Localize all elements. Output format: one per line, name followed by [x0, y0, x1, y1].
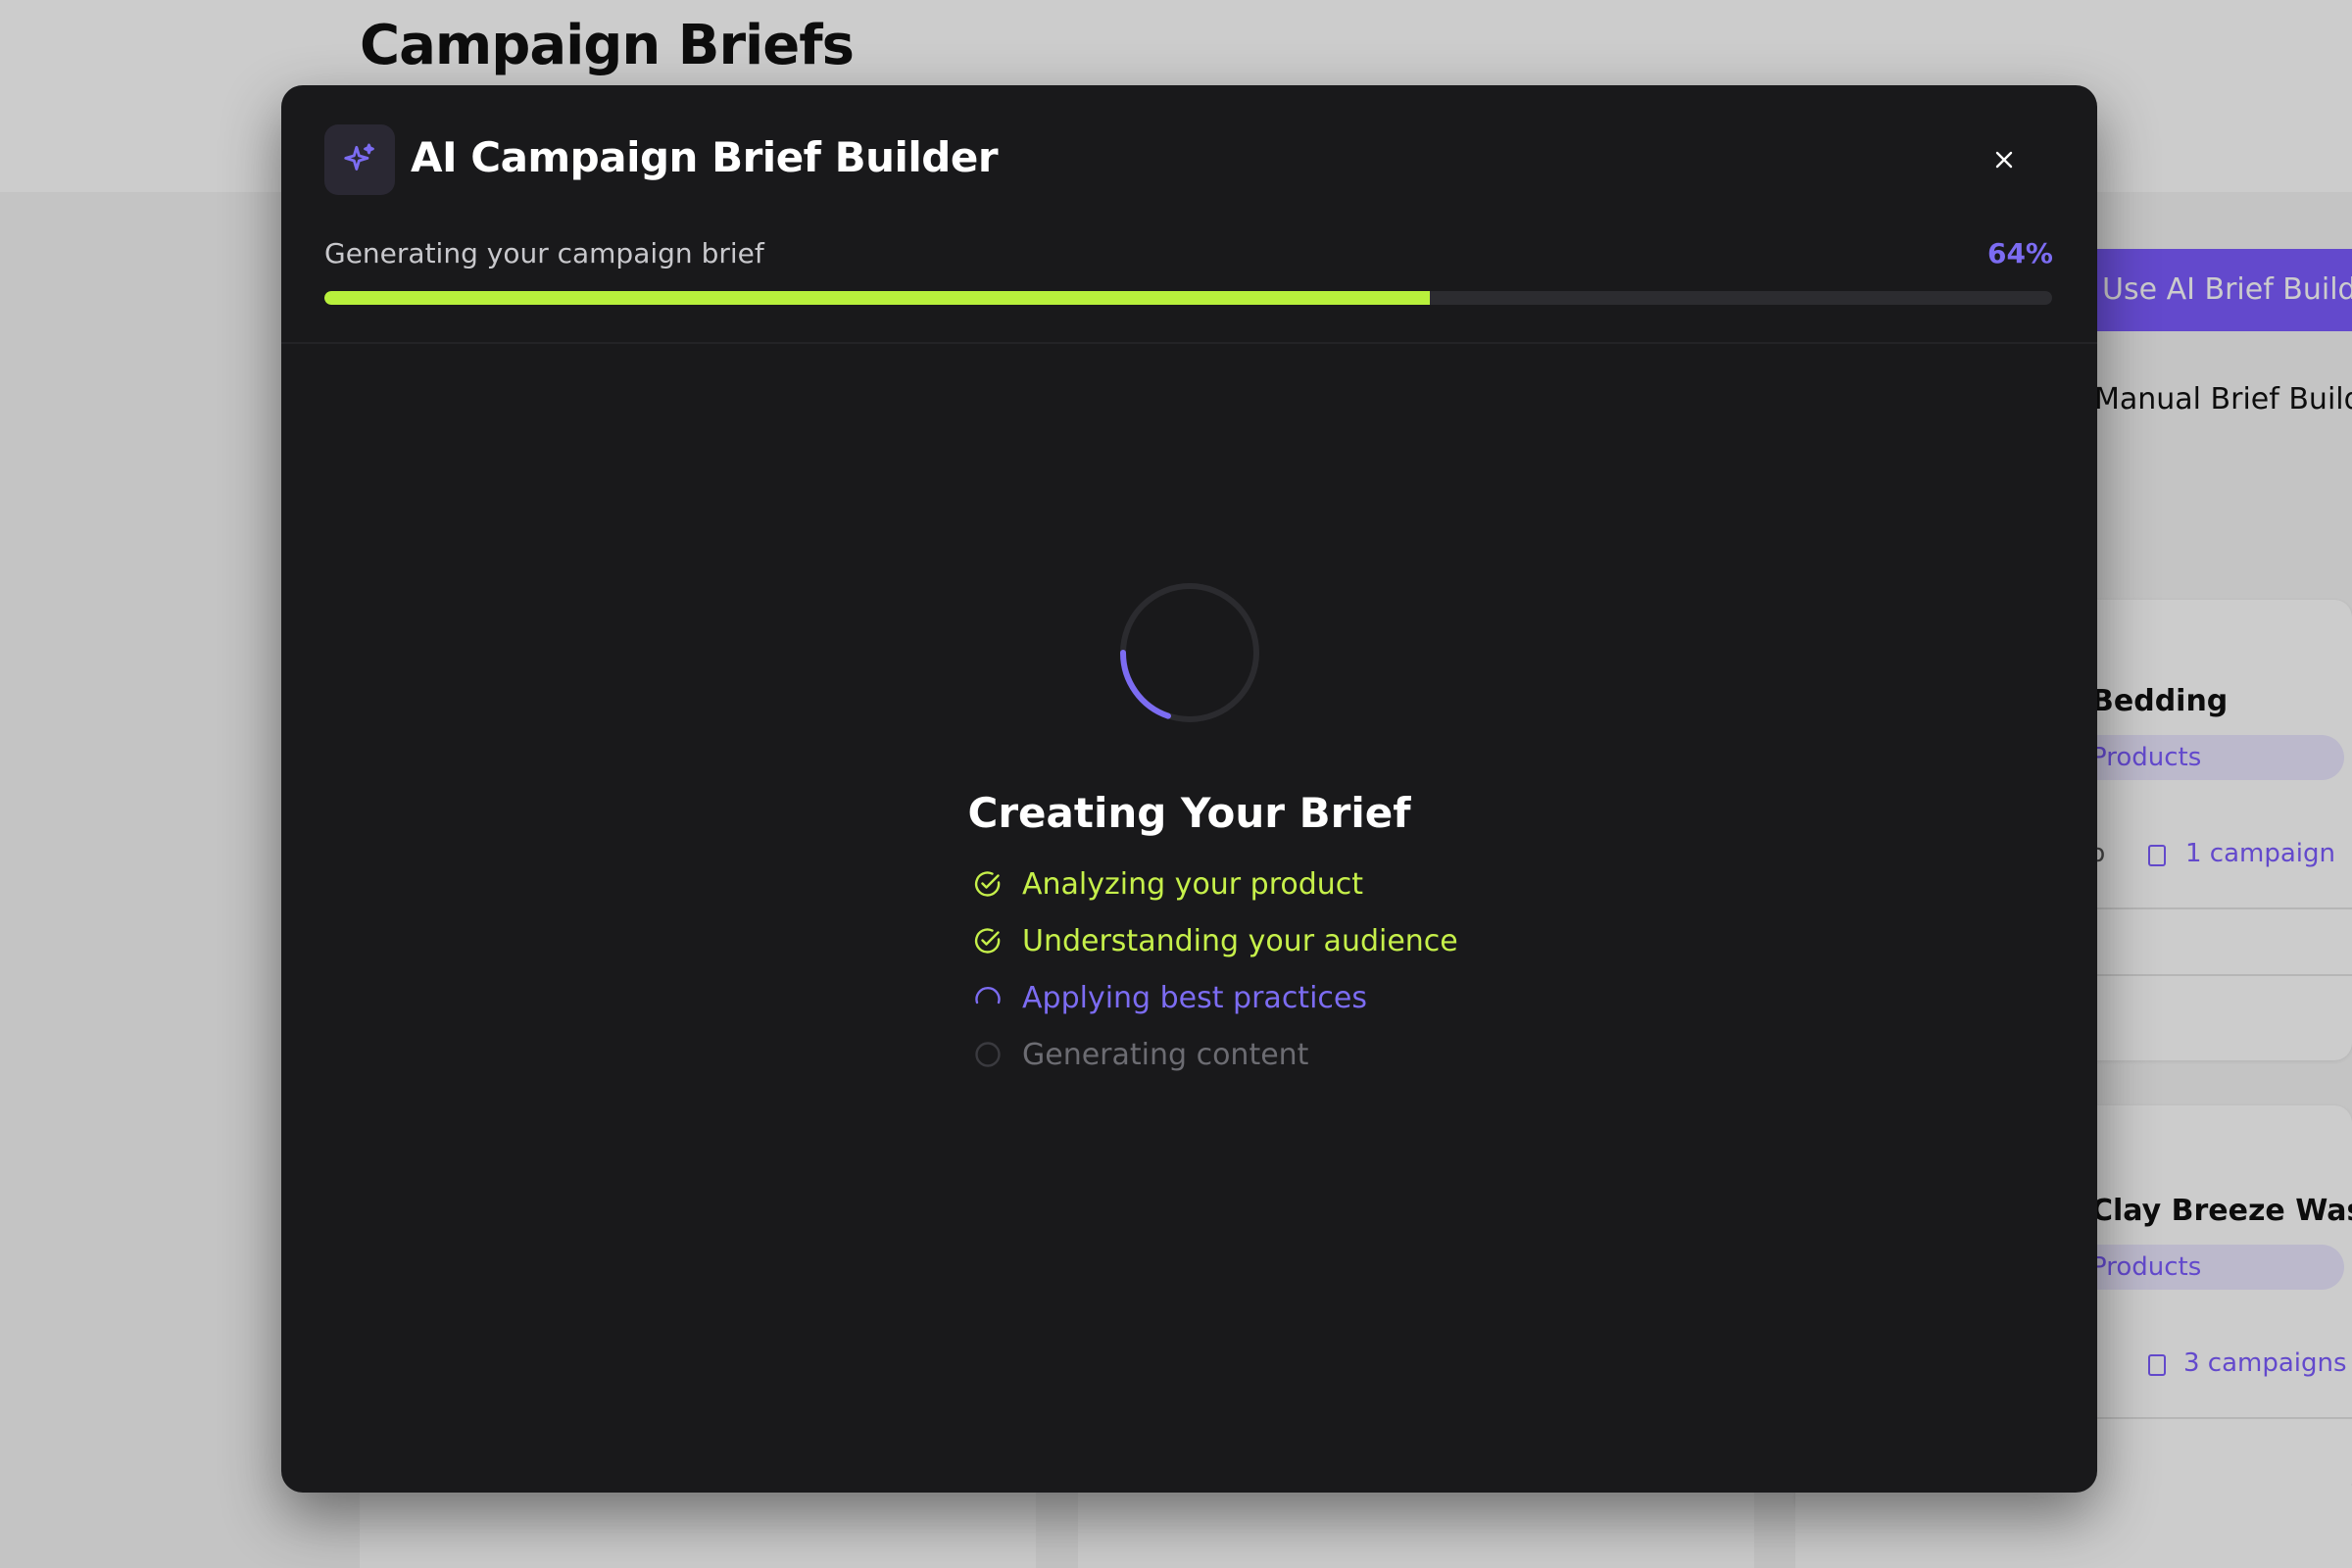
sparkle-icon	[324, 124, 395, 195]
progress-label: Generating your campaign brief	[324, 237, 764, 270]
step-label: Understanding your audience	[1022, 923, 1458, 958]
step-label: Analyzing your product	[1022, 866, 1364, 902]
step-item: Understanding your audience	[973, 912, 1458, 969]
empty-circle-icon	[975, 1042, 1001, 1067]
loader-icon	[975, 986, 1001, 1004]
modal-title: AI Campaign Brief Builder	[411, 133, 999, 181]
close-icon	[1995, 151, 2013, 169]
progress-bar-fill	[324, 291, 1431, 305]
step-label: Generating content	[1022, 1037, 1309, 1072]
step-item: Applying best practices	[973, 969, 1458, 1026]
ai-brief-builder-modal: AI Campaign Brief Builder Generating you…	[281, 85, 2097, 1493]
loading-spinner-icon	[1119, 583, 1259, 722]
modal-body: Creating Your Brief Analyzing your produ…	[281, 344, 2097, 1493]
step-item: Analyzing your product	[973, 856, 1458, 912]
step-label: Applying best practices	[1022, 980, 1367, 1015]
step-item: Generating content	[973, 1026, 1458, 1083]
close-button[interactable]	[1979, 134, 2030, 185]
progress-bar	[324, 291, 2052, 305]
check-circle-icon	[974, 871, 1001, 897]
check-circle-icon	[974, 928, 1001, 954]
progress-percent: 64%	[1986, 237, 2053, 270]
modal-header: AI Campaign Brief Builder Generating you…	[281, 85, 2097, 342]
progress-steps: Analyzing your product Understanding you…	[973, 856, 1458, 1083]
body-title: Creating Your Brief	[967, 789, 1411, 837]
